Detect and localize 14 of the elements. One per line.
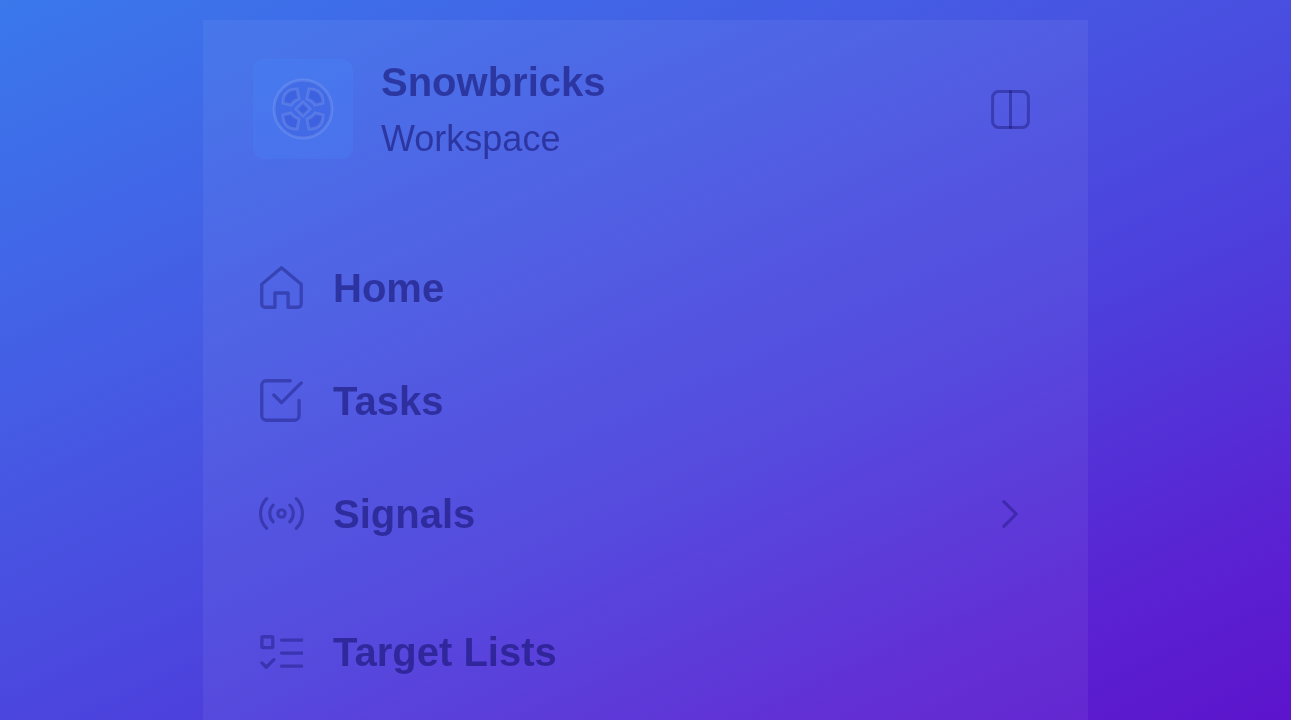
house-icon [259, 266, 303, 310]
nav-item[interactable]: Signals [257, 457, 1018, 571]
nav-item[interactable]: Tasks [257, 344, 1018, 458]
workspace-label: Workspace [381, 117, 562, 161]
sidebar-toggle-button[interactable] [991, 89, 1030, 129]
nav-item[interactable]: Home [257, 231, 1018, 345]
workspace-name: Snowbricks [381, 59, 606, 106]
panel-icon [991, 89, 1030, 129]
chevron-right-icon [1002, 499, 1018, 528]
broadcast-icon [258, 497, 304, 531]
checkbox-icon [259, 379, 303, 423]
logo-icon [253, 59, 353, 160]
nav-item[interactable]: Target Lists [257, 595, 1018, 709]
checklist-icon [259, 634, 303, 669]
